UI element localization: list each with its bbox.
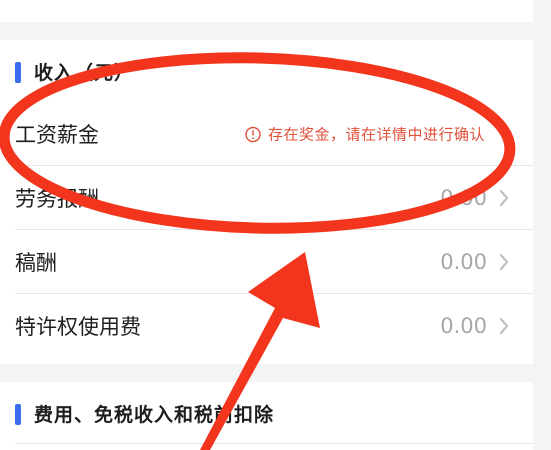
- income-row-royalty[interactable]: 稿酬 0.00: [0, 230, 533, 294]
- top-card-remnant: [0, 0, 551, 22]
- alert-circle-icon: [245, 126, 261, 142]
- deduction-section-title: 费用、免税收入和税前扣除: [34, 404, 275, 426]
- right-edge-strip: [533, 0, 551, 450]
- row-label: 工资薪金: [15, 123, 99, 147]
- row-divider: [15, 443, 533, 444]
- tax-detail-page: 收入（元） 工资薪金 存在奖金，请在详情中进行确认 劳务报酬 0.00 稿酬 0…: [0, 0, 551, 450]
- income-section-header: 收入（元）: [0, 40, 533, 102]
- chevron-right-icon: [500, 318, 508, 334]
- bonus-warning-text: 存在奖金，请在详情中进行确认: [267, 125, 485, 144]
- chevron-right-icon: [500, 254, 508, 270]
- income-section-title: 收入（元）: [34, 62, 135, 84]
- income-row-franchise[interactable]: 特许权使用费 0.00: [0, 294, 533, 358]
- section-accent-bar: [15, 62, 21, 83]
- row-label: 稿酬: [15, 251, 57, 275]
- income-row-salary[interactable]: 工资薪金 存在奖金，请在详情中进行确认: [0, 102, 533, 166]
- row-value: 0.00: [440, 186, 487, 210]
- chevron-right-icon: [500, 190, 508, 206]
- income-card: 收入（元） 工资薪金 存在奖金，请在详情中进行确认 劳务报酬 0.00 稿酬 0…: [0, 40, 533, 364]
- section-accent-bar: [15, 404, 21, 425]
- row-label: 特许权使用费: [15, 315, 141, 339]
- deduction-section-header: 费用、免税收入和税前扣除: [0, 382, 533, 444]
- row-label: 劳务报酬: [15, 187, 99, 211]
- bonus-warning[interactable]: 存在奖金，请在详情中进行确认: [245, 124, 485, 145]
- row-value: 0.00: [440, 314, 487, 338]
- deduction-card: 费用、免税收入和税前扣除: [0, 382, 533, 450]
- row-value: 0.00: [440, 250, 487, 274]
- income-row-labor[interactable]: 劳务报酬 0.00: [0, 166, 533, 230]
